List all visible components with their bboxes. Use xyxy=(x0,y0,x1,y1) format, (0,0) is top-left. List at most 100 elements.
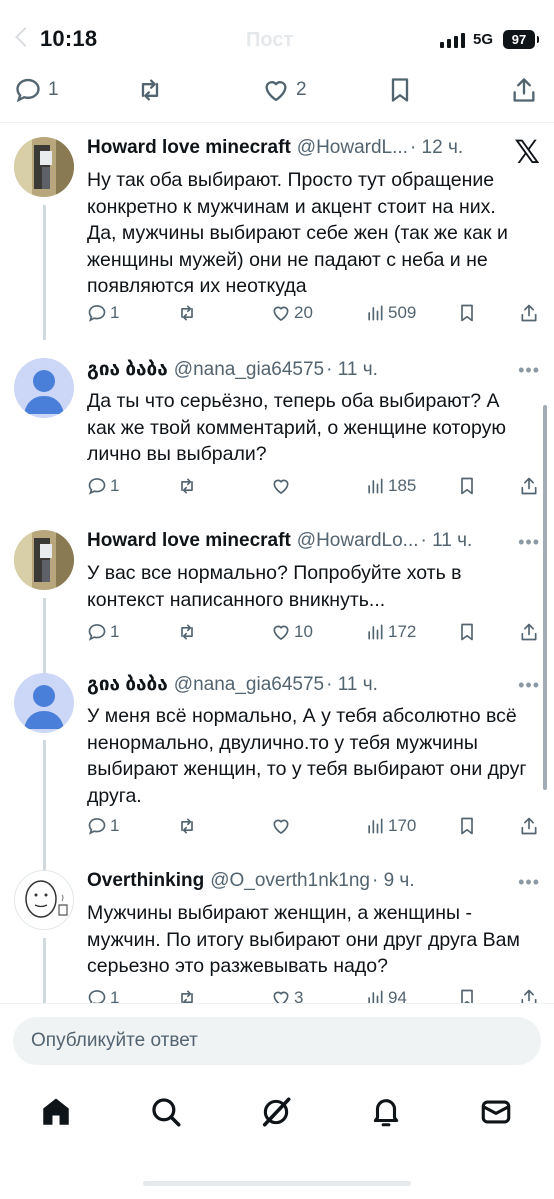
author-handle[interactable]: @O_overth1nk1ng xyxy=(210,870,370,892)
view-count: 94 xyxy=(388,988,407,1003)
repost-button[interactable] xyxy=(177,622,197,642)
bookmark-button[interactable] xyxy=(457,622,477,642)
author-handle[interactable]: @HowardLo... xyxy=(297,530,419,552)
avatar[interactable] xyxy=(14,358,74,418)
repost-button[interactable] xyxy=(177,476,197,496)
messages-icon xyxy=(481,1100,511,1124)
reply-input[interactable]: Опубликуйте ответ xyxy=(13,1017,541,1065)
view-count: 172 xyxy=(388,622,417,641)
bookmark-icon xyxy=(461,304,473,322)
reply-button[interactable]: 1 xyxy=(14,76,59,104)
share-icon xyxy=(521,817,537,835)
repost-button[interactable] xyxy=(177,303,197,323)
author-name[interactable]: გია ბაბა xyxy=(87,673,168,696)
share-icon xyxy=(521,623,537,641)
like-button[interactable]: 20 xyxy=(271,303,313,323)
reply-stats: 1 10 172 xyxy=(87,622,542,648)
reply-button[interactable]: 1 xyxy=(87,816,119,836)
scrollbar[interactable] xyxy=(543,405,547,790)
share-button[interactable] xyxy=(519,476,539,496)
like-count: 20 xyxy=(294,303,313,322)
reply-icon xyxy=(88,818,106,835)
views-icon xyxy=(368,624,383,640)
thread-line xyxy=(43,205,46,340)
bookmark-button[interactable] xyxy=(457,476,477,496)
reply-button[interactable]: 1 xyxy=(87,303,119,323)
reply-text: Мужчины выбирают женщин, а женщины - муж… xyxy=(87,902,520,977)
avatar[interactable] xyxy=(14,870,74,930)
nav-search[interactable] xyxy=(146,1092,186,1132)
repost-icon xyxy=(181,818,193,834)
share-button[interactable] xyxy=(519,816,539,836)
share-button[interactable] xyxy=(519,988,539,1003)
more-options-icon[interactable]: ••• xyxy=(518,360,540,381)
back-chevron-icon[interactable] xyxy=(15,27,35,47)
repost-button[interactable] xyxy=(136,76,164,104)
post-time: · 12 ч. xyxy=(409,137,464,158)
like-button[interactable] xyxy=(271,816,291,836)
bookmark-button[interactable] xyxy=(386,76,414,104)
nav-home[interactable] xyxy=(36,1092,76,1132)
more-options-icon[interactable]: ••• xyxy=(518,532,540,553)
reply-icon xyxy=(88,624,106,641)
avatar[interactable] xyxy=(14,137,74,197)
home-icon xyxy=(43,1098,69,1125)
like-button[interactable]: 10 xyxy=(271,622,313,642)
notifications-icon xyxy=(373,1099,399,1127)
view-count: 170 xyxy=(388,816,417,835)
share-button[interactable] xyxy=(519,303,539,323)
reply-count: 1 xyxy=(110,476,120,495)
author-name[interactable]: გია ბაბა xyxy=(87,358,168,381)
reply-count: 1 xyxy=(110,816,120,835)
thread-line xyxy=(43,740,46,872)
author-handle[interactable]: @HowardL... xyxy=(297,137,408,159)
status-time: 10:18 xyxy=(40,26,98,51)
reply-button[interactable]: 1 xyxy=(87,988,119,1003)
post-time: · 11 ч. xyxy=(326,359,378,380)
nav-notifications[interactable] xyxy=(366,1092,406,1132)
search-icon xyxy=(152,1098,181,1127)
share-button[interactable] xyxy=(519,622,539,642)
author-handle[interactable]: @nana_gia64575 xyxy=(174,359,324,381)
reply-count: 1 xyxy=(110,303,120,322)
more-options-icon[interactable]: ••• xyxy=(518,675,540,696)
bookmark-button[interactable] xyxy=(457,816,477,836)
views-button[interactable]: 185 xyxy=(365,476,416,496)
share-icon xyxy=(521,989,537,1003)
views-button[interactable]: 509 xyxy=(365,303,416,323)
reply-button[interactable]: 1 xyxy=(87,622,119,642)
repost-button[interactable] xyxy=(177,816,197,836)
repost-icon xyxy=(141,79,159,101)
like-button[interactable] xyxy=(271,476,291,496)
bookmark-button[interactable] xyxy=(457,988,477,1003)
bookmark-icon xyxy=(461,623,473,641)
author-name[interactable]: Howard love minecraft xyxy=(87,137,291,159)
author-handle[interactable]: @nana_gia64575 xyxy=(174,674,324,696)
like-button[interactable]: 3 xyxy=(271,988,303,1003)
repost-icon xyxy=(181,990,193,1003)
avatar[interactable] xyxy=(14,530,74,590)
more-options-icon[interactable]: ••• xyxy=(518,872,540,893)
author-name[interactable]: Howard love minecraft xyxy=(87,530,291,552)
author-name[interactable]: Overthinking xyxy=(87,870,204,892)
avatar[interactable] xyxy=(14,673,74,733)
bookmark-button[interactable] xyxy=(457,303,477,323)
heart-icon xyxy=(273,306,289,321)
bookmark-icon xyxy=(461,989,473,1003)
reply-text: Да ты что серьёзно, теперь оба выбирают?… xyxy=(87,390,506,465)
views-icon xyxy=(368,478,383,494)
nav-messages[interactable] xyxy=(476,1092,516,1132)
share-icon xyxy=(513,78,535,102)
reply-icon xyxy=(88,305,106,322)
reply-button[interactable]: 1 xyxy=(87,476,119,496)
reply-text: Ну так оба выбирают. Просто тут обращени… xyxy=(87,169,508,297)
views-button[interactable]: 170 xyxy=(365,816,416,836)
repost-button[interactable] xyxy=(177,988,197,1003)
reply-icon xyxy=(16,78,40,103)
repost-icon xyxy=(181,624,193,640)
share-button[interactable] xyxy=(510,76,538,104)
views-button[interactable]: 172 xyxy=(365,622,416,642)
views-button[interactable]: 94 xyxy=(365,988,407,1003)
nav-grok[interactable] xyxy=(256,1092,296,1132)
like-button[interactable]: 2 xyxy=(262,76,307,104)
